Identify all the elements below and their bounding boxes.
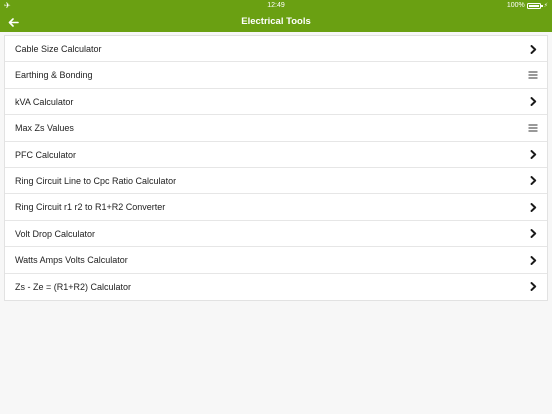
chevron-right-icon (528, 150, 538, 160)
list-item-label: kVA Calculator (15, 96, 74, 107)
tools-list: Cable Size Calculator Earthing & Bonding k… (4, 35, 548, 301)
list-item[interactable]: Earthing & Bonding (5, 62, 547, 89)
app-window: ✈ 12:49 100% ⚡ Electrical Tools Cable Si… (0, 0, 552, 414)
list-item[interactable]: Ring Circuit Line to Cpc Ratio Calculato… (5, 168, 547, 195)
list-item-label: Cable Size Calculator (15, 44, 102, 54)
battery-percent: 100% (506, 2, 525, 9)
chevron-right-icon (528, 229, 538, 239)
chevron-right-icon (528, 202, 538, 212)
list-item[interactable]: Ring Circuit r1 r2 to R1+R2 Converter (5, 194, 547, 221)
list-item-label: Volt Drop Calculator (15, 228, 96, 239)
list-item-label: PFC Calculator (15, 149, 77, 160)
charging-icon: ⚡ (542, 3, 548, 9)
list-item-label: Watts Amps Volts Calculator (15, 255, 128, 266)
list-item[interactable]: Volt Drop Calculator (5, 221, 547, 248)
chevron-right-icon (528, 97, 538, 107)
chevron-right-icon (528, 282, 538, 292)
page-title: Electrical Tools (241, 16, 311, 27)
status-bar: ✈ 12:49 100% ⚡ (0, 0, 552, 12)
list-item-label: Earthing & Bonding (15, 70, 93, 81)
list-item[interactable]: PFC Calculator (5, 142, 547, 168)
chevron-right-icon (528, 176, 538, 186)
menu-icon (528, 123, 538, 133)
menu-icon (528, 70, 538, 80)
list-item-label: Ring Circuit r1 r2 to R1+R2 Converter (15, 202, 166, 213)
list-item-label: Max Zs Values (15, 123, 74, 134)
battery-icon (526, 3, 543, 9)
list-item[interactable]: Cable Size Calculator (5, 36, 547, 63)
list-item[interactable]: Max Zs Values (5, 115, 547, 142)
list-item[interactable]: kVA Calculator (5, 89, 547, 116)
chevron-right-icon (528, 255, 538, 265)
battery-indicator: 100% ⚡ (507, 2, 548, 10)
chevron-right-icon (528, 44, 538, 54)
list-item-label: Ring Circuit Line to Cpc Ratio Calculato… (15, 175, 177, 186)
navigation-bar: Electrical Tools (0, 12, 552, 32)
list-item-label: Zs - Ze = (R1+R2) Calculator (15, 281, 132, 292)
list-item[interactable]: Zs - Ze = (R1+R2) Calculator (5, 274, 547, 300)
status-time: 12:49 (267, 2, 285, 9)
list-item[interactable]: Watts Amps Volts Calculator (5, 247, 547, 274)
